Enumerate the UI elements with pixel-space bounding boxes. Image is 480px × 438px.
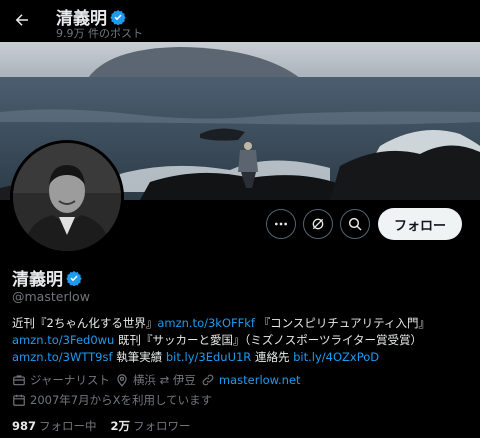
bio-line-1: 近刊『2ちゃん化する世界』amzn.to/3kOFFkf 『コンスピリチュアリテ… [12, 315, 472, 332]
briefcase-icon [13, 375, 25, 386]
link-icon [202, 374, 214, 386]
website-item[interactable]: masterlow.net [201, 373, 301, 387]
search-icon [348, 217, 362, 231]
bio-line-2: amzn.to/3Fed0wu 既刊『サッカーと愛国』（ミズノスポーツライター賞… [12, 332, 472, 349]
bio-link[interactable]: bit.ly/4OZxPoD [293, 350, 379, 364]
grok-icon [312, 218, 324, 230]
back-arrow-icon[interactable] [10, 8, 34, 32]
location-text: 横浜 ⇄ 伊豆 [132, 373, 196, 387]
follow-button[interactable]: フォロー [377, 208, 462, 240]
profile-name-text: 清義明 [12, 270, 63, 290]
bio-link[interactable]: amzn.to/3Fed0wu [12, 333, 114, 347]
joined-text: 2007年7月からXを利用しています [30, 393, 213, 407]
category-item: ジャーナリスト [12, 372, 110, 388]
bio-link[interactable]: bit.ly/3EduU1R [166, 350, 251, 364]
followers-link[interactable]: 2万 フォロワー [111, 418, 191, 434]
calendar-icon [13, 394, 25, 406]
profile-handle: @masterlow [12, 289, 90, 304]
verified-badge-icon [110, 9, 126, 25]
top-bar: 清義明 9.9万 件のポスト [0, 0, 480, 42]
category-text: ジャーナリスト [30, 373, 110, 387]
joined-date: 2007年7月からXを利用しています [12, 392, 212, 408]
grok-button[interactable] [302, 209, 333, 239]
bio-text: 近刊『2ちゃん化する世界』 [12, 316, 158, 330]
bio-text: 既刊『サッカーと愛国』（ミズノスポーツライター賞受賞） [114, 333, 423, 347]
more-button[interactable] [265, 209, 296, 239]
profile-actions: フォロー [265, 208, 462, 240]
bio-text: 執筆実績 [112, 350, 166, 364]
bio-line-3: amzn.to/3WTT9sf 執筆実績 bit.ly/3EduU1R 連絡先 … [12, 349, 472, 366]
bio-text: 連絡先 [251, 350, 294, 364]
following-link[interactable]: 987 フォロー中 [12, 418, 97, 434]
following-label: フォロー中 [39, 419, 97, 433]
profile-name: 清義明 [12, 265, 82, 290]
bio-link[interactable]: amzn.to/3WTT9sf [12, 350, 113, 364]
profile-bio: 近刊『2ちゃん化する世界』amzn.to/3kOFFkf 『コンスピリチュアリテ… [12, 315, 472, 366]
website-link[interactable]: masterlow.net [219, 373, 301, 387]
verified-badge-icon[interactable] [66, 270, 82, 286]
bio-text: 『コンスピリチュアリティ入門』 [254, 316, 430, 330]
location-pin-icon [117, 374, 127, 387]
search-button[interactable] [339, 209, 370, 239]
profile-meta: ジャーナリスト 横浜 ⇄ 伊豆 masterlow.net [12, 372, 301, 388]
more-icon [274, 222, 287, 226]
followers-count: 2万 [110, 419, 131, 433]
follow-stats: 987 フォロー中 2万 フォロワー [12, 418, 191, 434]
bio-link[interactable]: amzn.to/3kOFFkf [157, 316, 255, 330]
avatar[interactable] [10, 140, 124, 254]
following-count: 987 [12, 419, 37, 433]
post-count: 9.9万 件のポスト [56, 27, 143, 40]
location-item: 横浜 ⇄ 伊豆 [115, 372, 196, 388]
followers-label: フォロワー [133, 419, 191, 433]
